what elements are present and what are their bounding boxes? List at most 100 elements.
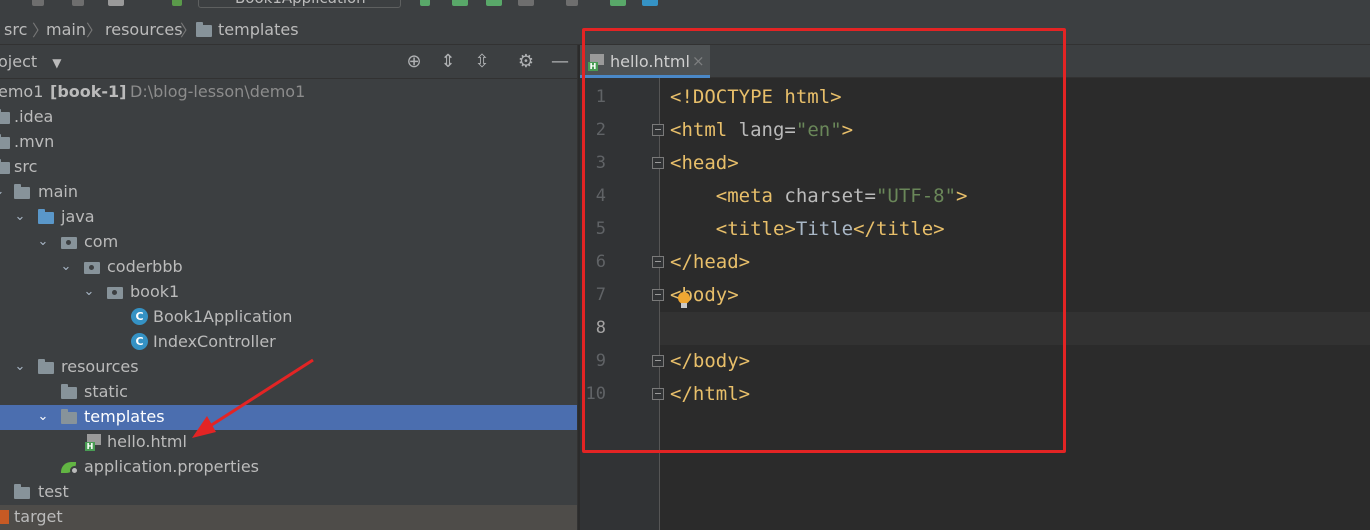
intention-bulb-icon[interactable] xyxy=(677,292,691,310)
tree-item-project-root[interactable]: emo1 [book-1] D:\blog-lesson\demo1 xyxy=(0,80,577,105)
chevron-down-icon[interactable]: ⌄ xyxy=(36,408,50,426)
close-icon[interactable]: × xyxy=(692,52,705,70)
collapse-all-icon[interactable]: ⇳ xyxy=(471,51,493,73)
fold-marker-icon[interactable] xyxy=(652,256,664,268)
code-line[interactable]: <html lang="en"> xyxy=(670,114,853,147)
vcs-icon[interactable] xyxy=(610,0,626,6)
project-panel-header: oject ▼ ⊕ ⇕ ⇳ ⚙ — xyxy=(0,45,577,79)
breadcrumb-item-resources[interactable]: resources xyxy=(105,20,183,40)
package-icon xyxy=(107,287,123,299)
folder-icon xyxy=(14,484,30,499)
breadcrumb: src 〉 main 〉 resources 〉 templates xyxy=(0,10,1370,45)
tree-item-target[interactable]: target xyxy=(0,505,577,530)
tree-item-mvn[interactable]: .mvn xyxy=(0,130,577,155)
spring-boot-class-icon: C xyxy=(131,308,148,325)
tree-item-templates[interactable]: ⌄ templates xyxy=(0,405,577,430)
code-line[interactable]: <head> xyxy=(670,147,739,180)
code-editor[interactable]: H hello.html × 1 2 3 4 5 6 7 8 9 10 <!DO… xyxy=(580,45,1370,530)
fold-marker-icon[interactable] xyxy=(652,157,664,169)
coverage-icon[interactable] xyxy=(486,0,502,6)
html-file-icon: H xyxy=(85,434,101,451)
expand-all-icon[interactable]: ⇕ xyxy=(437,51,459,73)
gutter-divider xyxy=(659,78,660,530)
update-icon[interactable] xyxy=(642,0,658,6)
tree-item-coderbbb[interactable]: ⌄ coderbbb xyxy=(0,255,577,280)
tree-item-application-properties[interactable]: application.properties xyxy=(0,455,577,480)
gear-icon[interactable]: ⚙ xyxy=(515,51,537,73)
fold-marker-icon[interactable] xyxy=(652,289,664,301)
run-configuration-select[interactable]: Book1Application xyxy=(198,0,401,8)
tree-item-idea[interactable]: .idea xyxy=(0,105,577,130)
chevron-down-icon[interactable]: ⌄ xyxy=(0,183,6,201)
tree-item-book1application[interactable]: C Book1Application xyxy=(0,305,577,330)
tree-item-label: templates xyxy=(84,407,165,426)
line-number: 5 xyxy=(595,219,606,239)
folder-icon xyxy=(61,409,77,424)
folder-icon xyxy=(0,134,10,149)
breadcrumb-item-main[interactable]: main xyxy=(46,20,86,40)
code-line[interactable]: <!DOCTYPE html> xyxy=(670,81,842,114)
locate-icon[interactable]: ⊕ xyxy=(403,51,425,73)
spring-properties-icon xyxy=(61,460,79,475)
tree-item-indexcontroller[interactable]: C IndexController xyxy=(0,330,577,355)
project-view-label: oject xyxy=(0,52,38,71)
tree-item-label: .mvn xyxy=(14,132,55,151)
tree-item-book1[interactable]: ⌄ book1 xyxy=(0,280,577,305)
line-number: 10 xyxy=(585,384,606,404)
resources-folder-icon xyxy=(38,359,54,374)
folder-icon xyxy=(0,109,10,124)
tree-item-src[interactable]: src xyxy=(0,155,577,180)
code-line[interactable]: </html> xyxy=(670,378,750,411)
tree-item-label: coderbbb xyxy=(107,257,183,276)
forward-icon[interactable] xyxy=(72,0,84,6)
code-line[interactable]: </head> xyxy=(670,246,750,279)
tree-item-label: application.properties xyxy=(84,457,259,476)
project-view-selector[interactable]: oject ▼ xyxy=(0,52,61,71)
tree-item-test[interactable]: test xyxy=(0,480,577,505)
tree-item-main[interactable]: ⌄ main xyxy=(0,180,577,205)
hide-icon[interactable]: — xyxy=(549,51,571,73)
chevron-down-icon: ▼ xyxy=(52,56,62,70)
folder-icon xyxy=(61,384,77,399)
tree-item-static[interactable]: static xyxy=(0,380,577,405)
tab-label: hello.html xyxy=(610,52,690,71)
tree-item-label: src xyxy=(14,157,38,176)
breadcrumb-item-templates[interactable]: templates xyxy=(218,20,299,40)
code-line[interactable]: <title>Title</title> xyxy=(670,213,945,246)
fold-marker-icon[interactable] xyxy=(652,124,664,136)
chevron-down-icon[interactable]: ⌄ xyxy=(36,233,50,251)
source-folder-icon xyxy=(38,209,54,224)
tree-item-com[interactable]: ⌄ com xyxy=(0,230,577,255)
code-line[interactable]: <meta charset="UTF-8"> xyxy=(670,180,968,213)
tree-item-hello-html[interactable]: H hello.html xyxy=(0,430,577,455)
profile-icon[interactable] xyxy=(518,0,534,6)
fold-marker-icon[interactable] xyxy=(652,355,664,367)
tree-item-label: hello.html xyxy=(107,432,187,451)
tree-item-java[interactable]: ⌄ java xyxy=(0,205,577,230)
tree-item-resources[interactable]: ⌄ resources xyxy=(0,355,577,380)
line-number-current: 8 xyxy=(595,318,606,338)
chevron-down-icon[interactable]: ⌄ xyxy=(13,208,27,226)
tree-item-label: main xyxy=(38,182,78,201)
debug-icon[interactable] xyxy=(452,0,468,6)
back-icon[interactable] xyxy=(32,0,44,6)
run-icon[interactable] xyxy=(420,0,430,6)
folder-icon xyxy=(0,159,10,174)
ide-window: Book1Application src 〉 main 〉 resources … xyxy=(0,0,1370,530)
tree-item-label: static xyxy=(84,382,128,401)
breadcrumb-separator: 〉 xyxy=(86,21,103,40)
code-line[interactable]: </body> xyxy=(670,345,750,378)
current-line-highlight xyxy=(660,312,1370,345)
build-icon[interactable] xyxy=(108,0,124,6)
fold-marker-icon[interactable] xyxy=(652,388,664,400)
chevron-down-icon[interactable]: ⌄ xyxy=(59,258,73,276)
tab-hello-html[interactable]: H hello.html × xyxy=(580,45,710,78)
chevron-down-icon[interactable]: ⌄ xyxy=(13,358,27,376)
tree-item-label: target xyxy=(14,507,63,526)
line-number: 9 xyxy=(595,351,606,371)
hammer-icon[interactable] xyxy=(172,0,182,6)
chevron-down-icon[interactable]: ⌄ xyxy=(82,283,96,301)
stop-icon[interactable] xyxy=(566,0,578,6)
editor-tab-bar: H hello.html × xyxy=(580,45,1370,78)
breadcrumb-item-src[interactable]: src xyxy=(4,20,27,40)
